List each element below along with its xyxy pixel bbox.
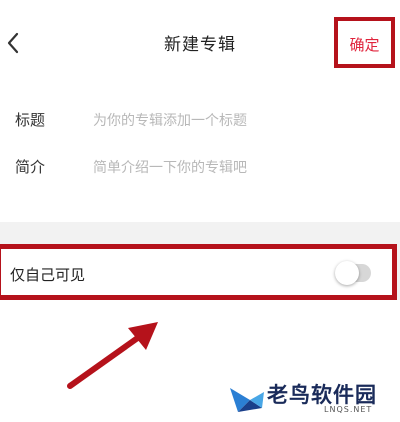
title-label: 标题 xyxy=(15,111,46,129)
visibility-row: 仅自己可见 xyxy=(0,244,397,300)
visibility-toggle[interactable] xyxy=(335,261,371,285)
title-input[interactable]: 为你的专辑添加一个标题 xyxy=(93,110,247,130)
intro-row[interactable]: 简介 简单介绍一下你的专辑吧 xyxy=(0,152,400,182)
nav-header: 新建专辑 确定 xyxy=(0,0,400,72)
arrow-annotation-icon xyxy=(67,322,158,389)
watermark-domain: LNQS.NET xyxy=(324,405,373,414)
intro-label: 简介 xyxy=(15,158,46,176)
album-form: 标题 为你的专辑添加一个标题 简介 简单介绍一下你的专辑吧 xyxy=(0,72,400,222)
title-row[interactable]: 标题 为你的专辑添加一个标题 xyxy=(0,105,400,135)
bird-logo-icon xyxy=(230,388,264,412)
confirm-button[interactable]: 确定 xyxy=(338,34,391,55)
watermark: 老鸟软件园 LNQS.NET xyxy=(226,376,400,422)
toggle-knob xyxy=(335,261,359,285)
visibility-label: 仅自己可见 xyxy=(10,266,86,284)
intro-input[interactable]: 简单介绍一下你的专辑吧 xyxy=(93,157,247,177)
section-divider xyxy=(0,222,400,244)
confirm-highlight: 确定 xyxy=(334,17,395,68)
